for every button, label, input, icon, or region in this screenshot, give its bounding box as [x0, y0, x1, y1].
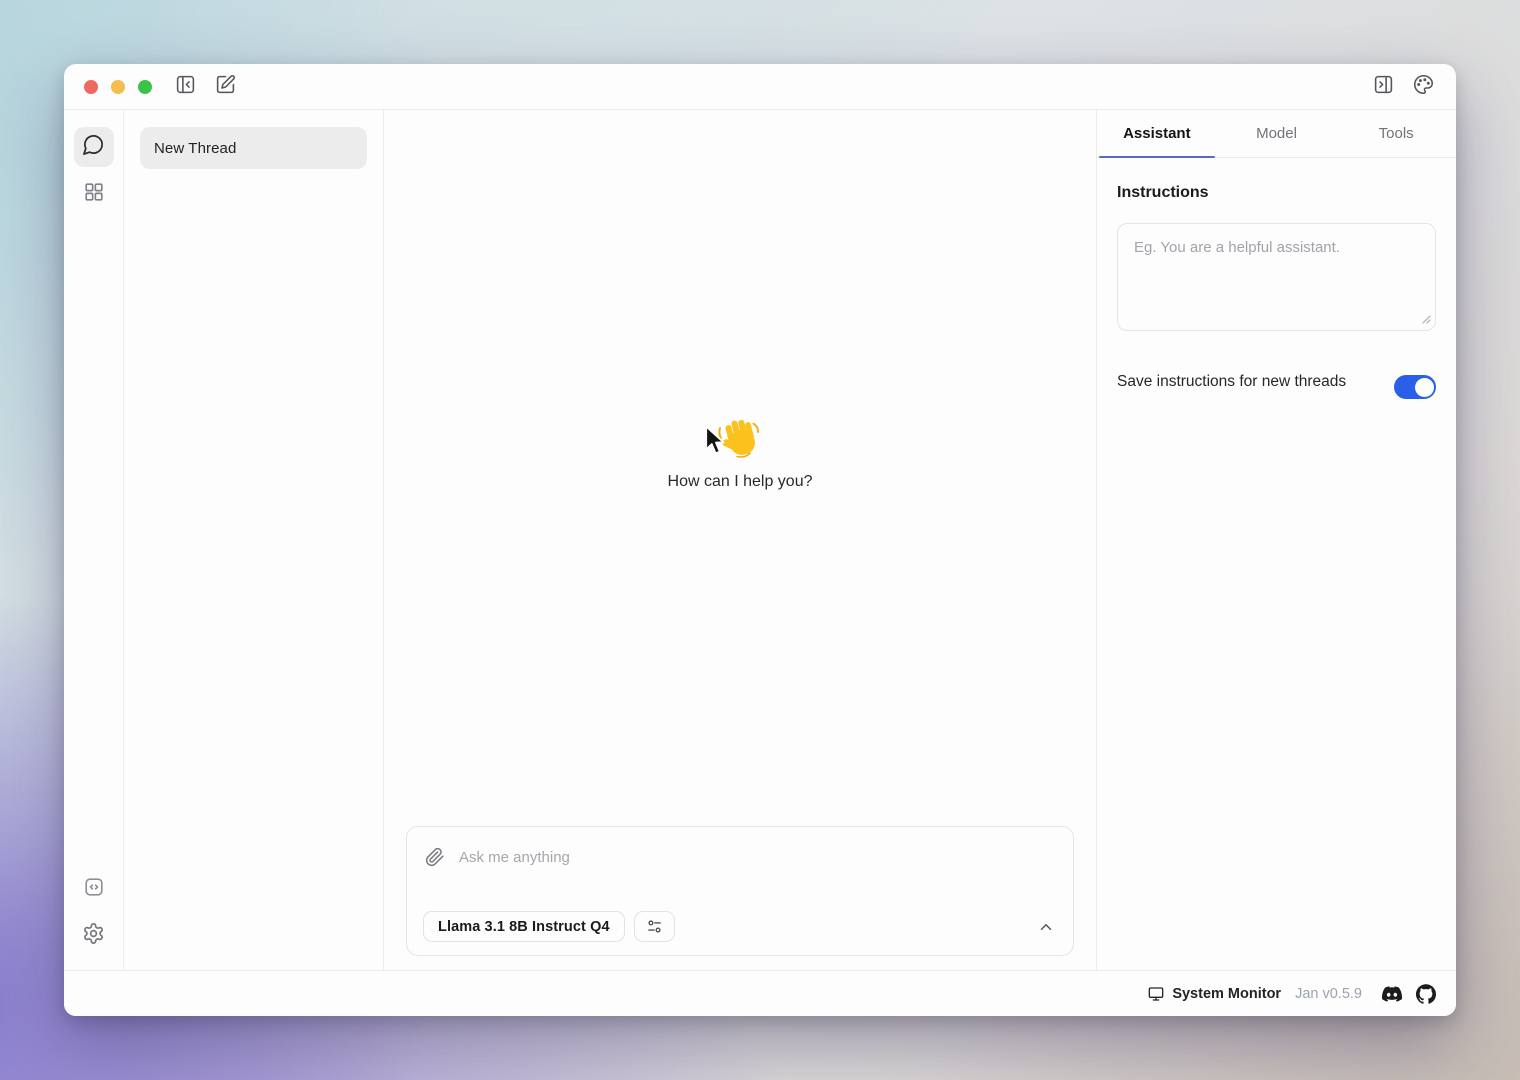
message-input[interactable] — [459, 849, 1055, 866]
system-monitor-button[interactable]: System Monitor — [1148, 986, 1281, 1002]
chat-bubble-icon — [82, 133, 105, 161]
tab-tools-label: Tools — [1379, 125, 1414, 142]
instructions-heading: Instructions — [1117, 184, 1436, 202]
mouse-cursor-icon — [701, 424, 728, 463]
chevron-up-icon — [1037, 918, 1055, 936]
gear-icon — [82, 922, 105, 950]
new-thread-button[interactable] — [212, 74, 238, 100]
titlebar-right-actions — [1370, 74, 1436, 100]
titlebar-left-actions — [172, 74, 238, 100]
message-composer[interactable]: Llama 3.1 8B Instruct Q4 — [406, 826, 1074, 956]
instructions-textarea[interactable] — [1117, 223, 1436, 331]
app-window: New Thread — [64, 64, 1456, 1016]
traffic-lights — [84, 80, 152, 94]
nav-local-api-button[interactable] — [74, 869, 114, 909]
palette-icon — [1413, 74, 1434, 100]
app-version: Jan v0.5.9 — [1295, 986, 1362, 1002]
panel-left-close-icon — [175, 74, 196, 100]
save-instructions-label: Save instructions for new threads — [1117, 369, 1347, 395]
minimize-window-button[interactable] — [111, 80, 125, 94]
panel-right-close-icon — [1373, 74, 1394, 100]
compose-icon — [215, 74, 236, 100]
tab-assistant[interactable]: Assistant — [1097, 110, 1217, 157]
code-square-icon — [83, 876, 105, 903]
assistant-panel: Assistant Model Tools Instructions Save … — [1096, 110, 1456, 970]
discord-link[interactable] — [1382, 984, 1402, 1004]
tab-model-label: Model — [1256, 125, 1297, 142]
thread-title: New Thread — [154, 140, 236, 157]
sliders-icon — [646, 918, 663, 935]
nav-hub-button[interactable] — [74, 174, 114, 214]
tab-assistant-label: Assistant — [1123, 125, 1191, 142]
tab-tools[interactable]: Tools — [1336, 110, 1456, 157]
system-monitor-label: System Monitor — [1172, 986, 1281, 1002]
toggle-right-panel-button[interactable] — [1370, 74, 1396, 100]
left-rail — [64, 110, 124, 970]
chat-main-area: How can I help you? Llama 3.1 8B Instruc… — [384, 110, 1096, 970]
grid-icon — [83, 181, 105, 208]
empty-state: How can I help you? — [668, 415, 813, 491]
theme-button[interactable] — [1410, 74, 1436, 100]
greeting-text: How can I help you? — [668, 473, 813, 491]
nav-settings-button[interactable] — [74, 916, 114, 956]
thread-list-panel: New Thread — [124, 110, 384, 970]
github-icon — [1416, 984, 1436, 1004]
model-selector-button[interactable]: Llama 3.1 8B Instruct Q4 — [423, 911, 625, 942]
discord-icon — [1382, 984, 1402, 1004]
titlebar — [64, 64, 1456, 110]
github-link[interactable] — [1416, 984, 1436, 1004]
close-window-button[interactable] — [84, 80, 98, 94]
thread-list-item[interactable]: New Thread — [140, 127, 367, 169]
tab-model[interactable]: Model — [1217, 110, 1337, 157]
toggle-knob — [1415, 378, 1434, 397]
collapse-composer-button[interactable] — [1037, 918, 1055, 936]
monitor-icon — [1148, 986, 1164, 1002]
waving-hand-emoji — [717, 415, 763, 463]
model-selector-label: Llama 3.1 8B Instruct Q4 — [438, 919, 610, 935]
nav-threads-button[interactable] — [74, 127, 114, 167]
paperclip-icon[interactable] — [425, 847, 445, 867]
zoom-window-button[interactable] — [138, 80, 152, 94]
model-settings-button[interactable] — [634, 911, 675, 942]
panel-tabs: Assistant Model Tools — [1097, 110, 1456, 158]
toggle-left-panel-button[interactable] — [172, 74, 198, 100]
save-instructions-toggle[interactable] — [1394, 375, 1436, 399]
status-bar: System Monitor Jan v0.5.9 — [64, 970, 1456, 1016]
